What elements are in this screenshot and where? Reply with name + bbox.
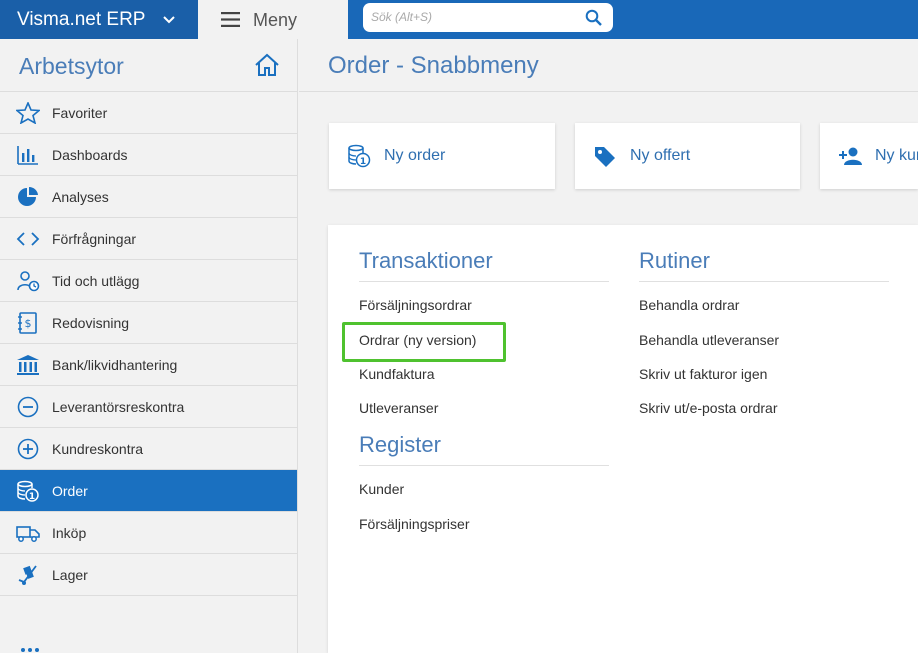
menu-button[interactable]: Meny [198,0,348,39]
minus-circle-icon [17,396,39,418]
sidebar-item-bank[interactable]: Bank/likvidhantering [0,344,297,386]
link-skriv-ut-e-posta-ordrar[interactable]: Skriv ut/e-posta ordrar [639,400,778,416]
menu-label: Meny [253,10,298,30]
sidebar-item-tid-och-utlagg[interactable]: Tid och utlägg [0,260,297,302]
home-icon[interactable] [254,53,280,77]
sidebar-item-kundreskontra[interactable]: Kundreskontra [0,428,297,470]
sidebar: Arbetsytor Favoriter Dashboards Analyses… [0,39,298,653]
truck-icon [16,526,40,542]
page-title: Order - Snabbmeny [328,52,539,79]
sidebar-item-leverantorsreskontra[interactable]: Leverantörsreskontra [0,386,297,428]
section-title-transaktioner: Transaktioner [359,248,493,273]
section-divider [359,281,609,282]
sidebar-header: Arbetsytor [0,39,297,92]
add-person-icon [839,147,862,165]
sidebar-item-label: Order [52,483,88,499]
code-brackets-icon [16,232,40,246]
coins-icon: 1 [17,480,39,502]
sidebar-item-label: Analyses [52,189,109,205]
search-icon[interactable] [585,9,602,26]
section-divider [359,465,609,466]
svg-text:1: 1 [29,492,35,502]
bank-icon [17,355,39,375]
tag-icon [595,147,615,167]
bar-chart-icon [17,146,38,165]
sidebar-item-label: Inköp [52,525,87,541]
link-forsaljningspriser[interactable]: Försäljningspriser [359,516,469,532]
sidebar-item-label: Förfrågningar [52,231,137,247]
new-quote-label: Ny offert [630,147,691,164]
link-utleveranser[interactable]: Utleveranser [359,400,438,416]
hand-truck-icon [18,565,37,585]
link-behandla-ordrar[interactable]: Behandla ordrar [639,297,739,313]
section-divider [639,281,889,282]
brand-label: Visma.net ERP [17,9,146,30]
sidebar-item-label: Redovisning [52,315,130,331]
chevron-down-icon [163,16,175,24]
sidebar-item-label: Favoriter [52,105,108,121]
link-kunder[interactable]: Kunder [359,481,404,497]
search-input[interactable]: Sök (Alt+S) [363,3,613,32]
sidebar-item-label: Bank/likvidhantering [52,357,178,373]
pie-chart-icon [18,186,38,206]
new-order-card[interactable]: 1 Ny order [329,123,555,189]
sidebar-item-lager[interactable]: Lager [0,554,297,596]
top-bar: Visma.net ERP Meny Sök (Alt+S) [0,0,918,39]
sidebar-item-forfragningar[interactable]: Förfrågningar [0,218,297,260]
sidebar-item-favoriter[interactable]: Favoriter [0,92,297,134]
title-divider [299,91,918,92]
sidebar-item-dashboards[interactable]: Dashboards [0,134,297,176]
section-title-register: Register [359,432,441,457]
new-customer-label: Ny kund [875,147,918,164]
svg-text:1: 1 [360,157,366,167]
link-skriv-ut-fakturor-igen[interactable]: Skriv ut fakturor igen [639,366,767,382]
link-kundfaktura[interactable]: Kundfaktura [359,366,435,382]
sidebar-item-redovisning[interactable]: $ Redovisning [0,302,297,344]
ledger-icon: $ [18,312,37,334]
new-customer-card[interactable]: Ny kund [820,123,918,189]
hamburger-icon [221,12,240,27]
star-icon [16,102,40,124]
svg-text:$: $ [25,317,32,330]
highlight-box [342,322,506,362]
new-order-label: Ny order [384,147,446,164]
section-title-rutiner: Rutiner [639,248,710,273]
new-quote-card[interactable]: Ny offert [575,123,800,189]
sidebar-item-label: Lager [52,567,88,583]
sidebar-item-label: Leverantörsreskontra [52,399,185,415]
sidebar-item-analyses[interactable]: Analyses [0,176,297,218]
sidebar-item-label: Tid och utlägg [52,273,140,289]
sidebar-item-label: Kundreskontra [52,441,144,457]
link-forsaljningsordrar[interactable]: Försäljningsordrar [359,297,472,313]
sidebar-item-order[interactable]: 1 Order [0,470,297,512]
search-placeholder: Sök (Alt+S) [371,10,433,24]
sidebar-item-label: Dashboards [52,147,128,163]
link-behandla-utleveranser[interactable]: Behandla utleveranser [639,332,779,348]
person-clock-icon [17,271,40,292]
sidebar-item-inkop[interactable]: Inköp [0,512,297,554]
brand-switcher[interactable]: Visma.net ERP [0,0,198,39]
more-icon[interactable] [20,647,40,653]
coins-icon: 1 [348,144,371,168]
sidebar-title: Arbetsytor [19,53,124,79]
plus-circle-icon [17,438,39,460]
